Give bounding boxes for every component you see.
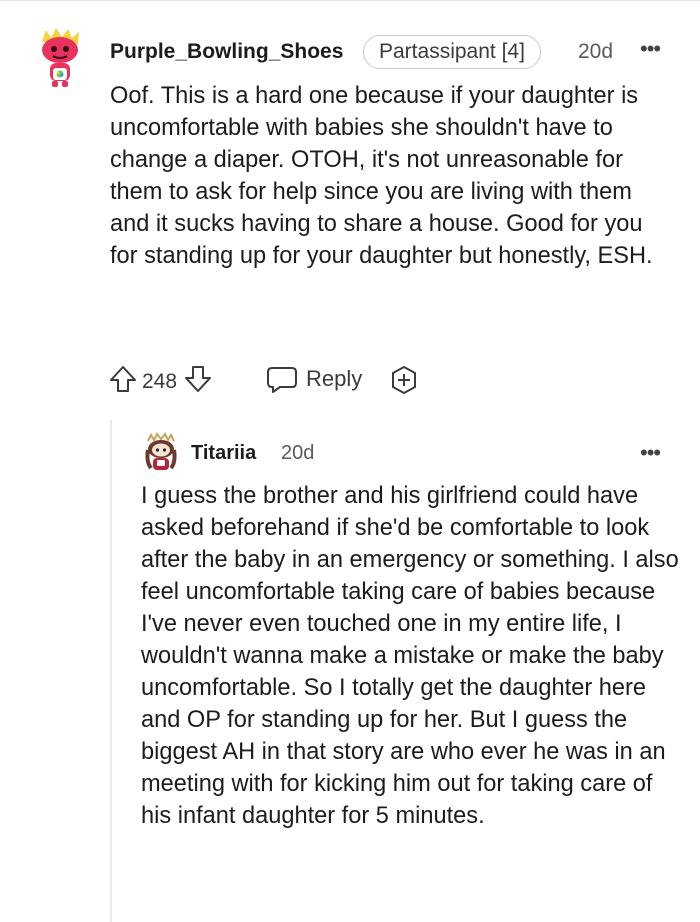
snoo-avatar-icon bbox=[42, 28, 79, 87]
add-award-icon bbox=[392, 366, 416, 394]
reply-body: I guess the brother and his girlfriend c… bbox=[141, 483, 679, 829]
comment-body: Oof. This is a hard one because if your … bbox=[110, 83, 653, 269]
snoo-avatar-icon bbox=[145, 432, 177, 470]
comment-actions: 248 Reply bbox=[108, 362, 448, 402]
comment-timestamp: 20d bbox=[578, 40, 614, 63]
upvote-button[interactable] bbox=[108, 364, 138, 399]
reply-more-options-button[interactable]: ••• bbox=[640, 440, 661, 466]
more-options-button[interactable]: ••• bbox=[640, 38, 661, 60]
reply-author[interactable]: Titariia bbox=[191, 442, 256, 465]
upvote-arrow-icon bbox=[110, 366, 136, 392]
speech-bubble-icon bbox=[267, 367, 297, 393]
thread-line[interactable] bbox=[110, 420, 112, 922]
award-button[interactable] bbox=[388, 364, 420, 396]
vote-group: 248 bbox=[108, 364, 213, 399]
reply-avatar[interactable] bbox=[142, 432, 180, 472]
top-divider bbox=[0, 0, 700, 1]
reply-button[interactable]: Reply bbox=[266, 364, 362, 394]
reply-timestamp: 20d bbox=[281, 442, 315, 464]
reply-label: Reply bbox=[306, 366, 363, 391]
downvote-arrow-icon bbox=[185, 366, 212, 392]
comment-author[interactable]: Purple_Bowling_Shoes bbox=[110, 40, 343, 64]
user-avatar[interactable] bbox=[36, 26, 84, 88]
vote-count: 248 bbox=[142, 369, 178, 393]
downvote-button[interactable] bbox=[183, 364, 213, 399]
user-flair: Partassipant [4] bbox=[363, 35, 541, 69]
